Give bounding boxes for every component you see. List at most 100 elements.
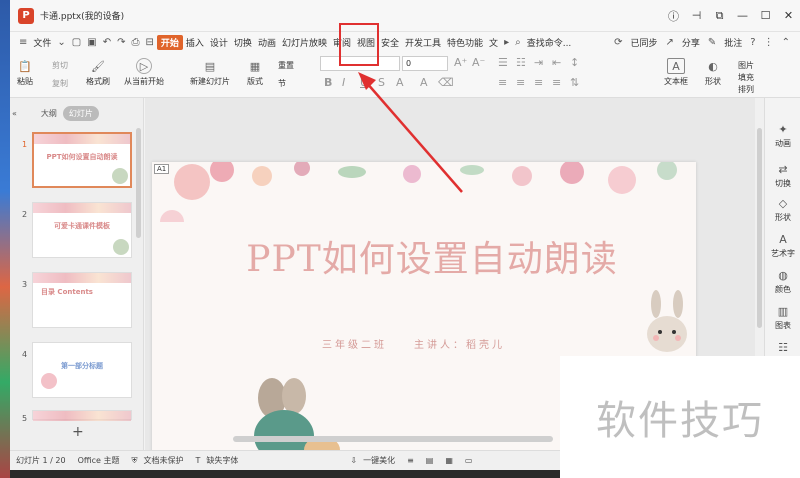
print-icon[interactable]: ⎙ <box>128 37 142 48</box>
shape-button[interactable]: ◐ 形状 <box>704 58 722 87</box>
bullets-icon[interactable]: ☰ <box>498 56 508 69</box>
fill-button[interactable]: 填充 <box>738 72 754 83</box>
restore-icon[interactable]: ⧉ <box>708 0 731 31</box>
more-icon[interactable]: ⊟ <box>142 37 156 48</box>
align-center-icon[interactable]: ≡ <box>516 76 525 89</box>
transition-panel-button[interactable]: ⇄ 切换 <box>765 164 800 189</box>
wps-presentation-logo: P <box>18 7 34 24</box>
animation-panel-button[interactable]: ✦ 动画 <box>765 124 800 149</box>
slide-number: 5 <box>22 414 28 423</box>
textbox-button[interactable]: A 文本框 <box>664 58 688 87</box>
protection-status[interactable]: 文档未保护 <box>144 455 190 466</box>
layout-button[interactable]: ▦ 版式 <box>246 58 264 87</box>
help-icon[interactable]: ? <box>746 37 759 48</box>
file-menu[interactable]: 文件 <box>30 36 54 49</box>
color-panel-button[interactable]: ◍ 颜色 <box>765 270 800 295</box>
chart-panel-button[interactable]: ▥ 图表 <box>765 306 800 331</box>
tab-slides[interactable]: 幻灯片 <box>62 106 99 121</box>
bold-icon[interactable]: B <box>324 76 332 89</box>
sync-icon[interactable]: ⟳ <box>610 37 626 48</box>
chevron-down-icon[interactable]: ⌄ <box>54 37 68 48</box>
search-command[interactable]: 查找命令... <box>524 36 575 49</box>
settings-panel-button[interactable]: ☷ <box>765 342 800 356</box>
info-icon[interactable]: ⓘ <box>662 0 685 31</box>
shape-panel-button[interactable]: ◇ 形状 <box>765 198 800 223</box>
align-right-icon[interactable]: ≡ <box>534 76 543 89</box>
outdent-icon[interactable]: ⇤ <box>552 56 561 69</box>
minimize-button[interactable]: — <box>731 0 754 31</box>
redo-icon[interactable]: ↷ <box>114 37 128 48</box>
align-left-icon[interactable]: ≡ <box>498 76 507 89</box>
theme-name[interactable]: Office 主题 <box>72 455 126 466</box>
hamburger-icon[interactable]: ≡ <box>16 37 30 48</box>
shrink-font-icon[interactable]: A⁻ <box>472 56 485 69</box>
class-label[interactable]: 三年级二班 <box>322 336 387 351</box>
options-icon[interactable]: ⋮ <box>760 37 778 48</box>
slide-thumbnail[interactable]: 可爱卡通课件模板 <box>32 202 132 258</box>
reading-view-icon[interactable]: ▭ <box>459 456 479 465</box>
sliders-icon: ☷ <box>778 341 788 354</box>
picture-button[interactable]: 图片 <box>738 60 754 71</box>
tab-home[interactable]: 开始 <box>156 34 183 50</box>
slide-thumbnail[interactable]: 第一部分标题 <box>32 342 132 398</box>
arrange-button[interactable]: 排列 <box>738 84 754 95</box>
share-icon[interactable]: ↗ <box>661 37 677 48</box>
tab-overflow-icon[interactable]: ▸ <box>501 37 512 48</box>
tab-outline[interactable]: 大纲 <box>35 106 63 121</box>
wordart-panel-button[interactable]: A 艺术字 <box>765 234 800 259</box>
comment-button[interactable]: 批注 <box>720 36 746 49</box>
sync-status[interactable]: 已同步 <box>626 36 661 49</box>
cut-button[interactable]: 剪切 <box>52 60 68 71</box>
format-painter-button[interactable]: 🖌 格式刷 <box>86 58 110 87</box>
line-spacing-icon[interactable]: ↕ <box>570 56 579 69</box>
add-slide-button[interactable]: + <box>72 424 84 440</box>
notes-icon[interactable]: ≡ <box>401 456 420 465</box>
comment-icon[interactable]: ✎ <box>704 37 720 48</box>
maximize-button[interactable]: ☐ <box>754 0 777 31</box>
tab-developer[interactable]: 开发工具 <box>402 36 444 49</box>
slide-position: 幻灯片 1 / 20 <box>16 456 66 465</box>
vertical-scroll-thumb[interactable] <box>757 128 762 328</box>
slide-thumbnail[interactable]: PPT如何设置自动朗读 <box>32 132 132 188</box>
tab-security[interactable]: 安全 <box>378 36 402 49</box>
undo-icon[interactable]: ↶ <box>100 37 114 48</box>
share-button[interactable]: 分享 <box>678 36 704 49</box>
horizontal-scrollbar[interactable] <box>233 436 553 442</box>
play-from-current-button[interactable]: ▷ 从当前开始 <box>124 58 164 87</box>
tab-design[interactable]: 设计 <box>207 36 231 49</box>
new-slide-button[interactable]: ▤ 新建幻灯片 <box>190 58 230 87</box>
presenter-label[interactable]: 主讲人：稻壳儿 <box>414 336 505 351</box>
window-controls: ⓘ ⊣ ⧉ — ☐ ✕ <box>662 0 800 31</box>
tab-transition[interactable]: 切换 <box>231 36 255 49</box>
new-doc-icon[interactable]: ▢ <box>69 37 84 48</box>
numbering-icon[interactable]: ☷ <box>516 56 526 69</box>
pin-icon[interactable]: ⊣ <box>685 0 708 31</box>
tab-animation[interactable]: 动画 <box>255 36 279 49</box>
indent-icon[interactable]: ⇥ <box>534 56 543 69</box>
tab-more[interactable]: 文 <box>486 36 501 49</box>
save-icon[interactable]: ▣ <box>84 37 99 48</box>
tab-features[interactable]: 特色功能 <box>444 36 486 49</box>
italic-icon[interactable]: I <box>342 76 345 89</box>
slide-title[interactable]: PPT如何设置自动朗读 <box>222 230 642 282</box>
missing-font-button[interactable]: 缺失字体 <box>206 455 244 466</box>
slide-number: 3 <box>22 280 28 289</box>
reset-button[interactable]: 重置 <box>278 60 294 71</box>
tab-slideshow[interactable]: 幻灯片放映 <box>279 36 330 49</box>
text-direction-icon[interactable]: ⇅ <box>570 76 579 89</box>
panel-scrollbar[interactable] <box>136 128 141 238</box>
close-button[interactable]: ✕ <box>777 0 800 31</box>
justify-icon[interactable]: ≡ <box>552 76 561 89</box>
collapse-panel-icon[interactable]: « <box>10 107 23 120</box>
slide-thumbnail[interactable] <box>32 410 132 421</box>
copy-button[interactable]: 复制 <box>52 78 68 89</box>
beautify-button[interactable]: 一键美化 <box>363 455 401 466</box>
paste-button[interactable]: 📋 粘贴 <box>16 58 34 87</box>
section-button[interactable]: 节 <box>278 78 286 89</box>
slide-thumbnail[interactable]: 目录 Contents <box>32 272 132 328</box>
sorter-view-icon[interactable]: ▦ <box>439 456 459 465</box>
collapse-ribbon-icon[interactable]: ⌃ <box>778 37 794 48</box>
normal-view-icon[interactable]: ▤ <box>420 456 440 465</box>
tab-insert[interactable]: 插入 <box>183 36 207 49</box>
search-icon[interactable]: ⌕ <box>512 37 524 48</box>
